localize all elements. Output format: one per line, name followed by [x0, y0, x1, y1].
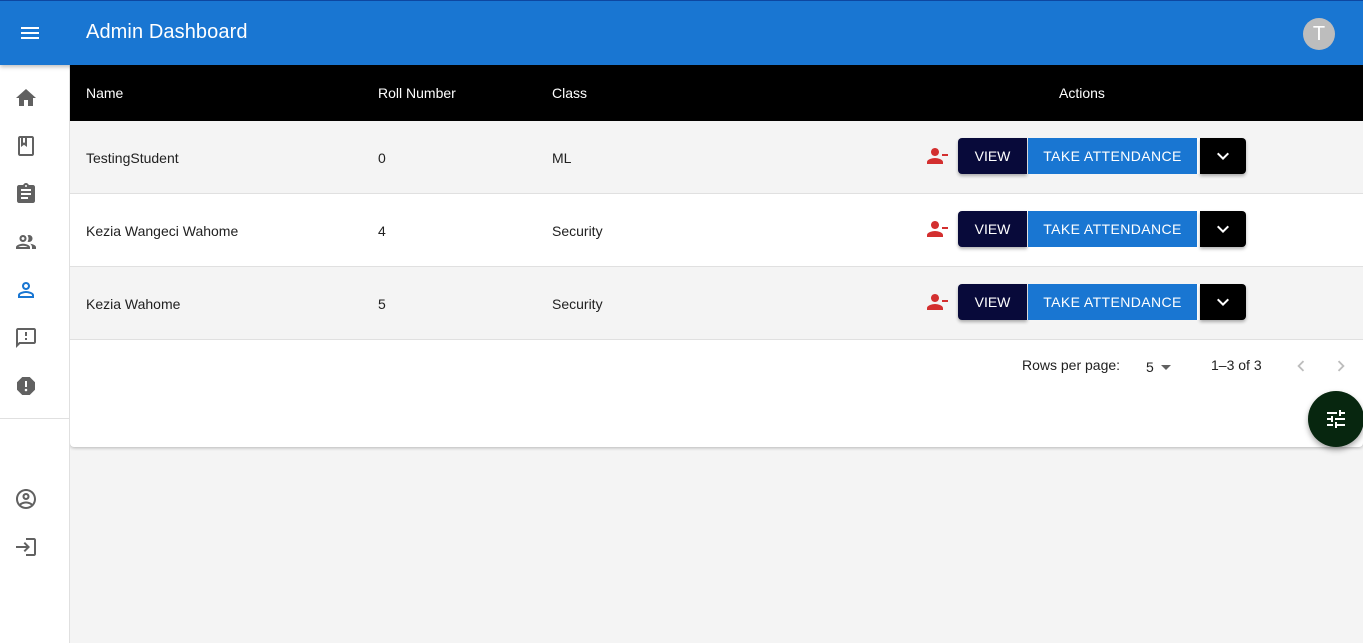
- filter-settings-button[interactable]: [1308, 391, 1363, 447]
- student-roll: 4: [378, 223, 386, 239]
- student-class: Security: [552, 223, 603, 239]
- account-circle-icon: [16, 489, 36, 509]
- header-class[interactable]: Class: [552, 85, 587, 101]
- attendance-dropdown-button[interactable]: [1200, 284, 1246, 320]
- feedback-icon: [16, 328, 36, 348]
- sidebar-divider: [0, 418, 69, 419]
- header-roll-number[interactable]: Roll Number: [378, 85, 456, 101]
- remove-student-icon[interactable]: [923, 288, 951, 316]
- header-name[interactable]: Name: [86, 85, 123, 101]
- sidebar-item-feedback[interactable]: [0, 316, 69, 360]
- header-actions: Actions: [1059, 85, 1105, 101]
- sidebar-item-profile[interactable]: [0, 477, 69, 521]
- chevron-down-icon: [1217, 152, 1229, 160]
- tune-icon: [1327, 410, 1345, 428]
- sidebar-item-students[interactable]: [0, 268, 69, 312]
- sidebar-item-reports[interactable]: [0, 364, 69, 408]
- table-row: TestingStudent 0 ML VIEW TAKE ATTENDANCE: [70, 121, 1363, 194]
- student-class: Security: [552, 296, 603, 312]
- login-icon: [16, 538, 36, 556]
- pagination-range: 1–3 of 3: [1211, 357, 1262, 373]
- row-actions: VIEW TAKE ATTENDANCE: [923, 138, 1246, 174]
- take-attendance-button[interactable]: TAKE ATTENDANCE: [1028, 138, 1200, 174]
- rows-per-page-value: 5: [1146, 359, 1154, 375]
- attendance-dropdown-button[interactable]: [1200, 211, 1246, 247]
- sidebar-item-groups[interactable]: [0, 220, 69, 264]
- student-name: Kezia Wangeci Wahome: [86, 223, 239, 239]
- sidebar-item-book[interactable]: [0, 124, 69, 168]
- remove-student-icon[interactable]: [923, 142, 951, 170]
- book-icon: [18, 136, 34, 156]
- student-class: ML: [552, 150, 572, 166]
- people-icon: [16, 235, 36, 249]
- table-pagination: Rows per page: 5 1–3 of 3: [70, 340, 1363, 392]
- student-name: TestingStudent: [86, 150, 179, 166]
- row-actions: VIEW TAKE ATTENDANCE: [923, 211, 1246, 247]
- student-roll: 5: [378, 296, 386, 312]
- chevron-right-icon: [1337, 360, 1345, 372]
- view-button[interactable]: VIEW: [958, 138, 1027, 174]
- rows-per-page-label: Rows per page:: [1022, 357, 1121, 373]
- attendance-dropdown-button[interactable]: [1200, 138, 1246, 174]
- view-button[interactable]: VIEW: [958, 211, 1027, 247]
- avatar[interactable]: T: [1303, 18, 1335, 50]
- student-name: Kezia Wahome: [86, 296, 181, 312]
- chevron-left-icon: [1297, 360, 1305, 372]
- person-icon: [18, 282, 34, 298]
- table-row: Kezia Wahome 5 Security VIEW TAKE ATTEND…: [70, 267, 1363, 340]
- take-attendance-button[interactable]: TAKE ATTENDANCE: [1028, 211, 1200, 247]
- take-attendance-button[interactable]: TAKE ATTENDANCE: [1028, 284, 1200, 320]
- app-bar: Admin Dashboard T: [0, 0, 1363, 65]
- view-button[interactable]: VIEW: [958, 284, 1027, 320]
- remove-student-icon[interactable]: [923, 215, 951, 243]
- table-header: Name Roll Number Class Actions: [70, 65, 1363, 121]
- row-actions: VIEW TAKE ATTENDANCE: [923, 284, 1246, 320]
- table-row: Kezia Wangeci Wahome 4 Security VIEW TAK…: [70, 194, 1363, 267]
- page-title: Admin Dashboard: [86, 21, 248, 43]
- sidebar-item-logout[interactable]: [0, 525, 69, 569]
- sidebar-item-home[interactable]: [0, 76, 69, 120]
- menu-icon[interactable]: [8, 11, 52, 55]
- arrow-drop-down-icon: [1160, 365, 1171, 370]
- home-icon: [16, 89, 36, 106]
- next-page-button[interactable]: [1327, 352, 1355, 380]
- report-icon: [17, 377, 35, 395]
- clipboard-icon: [17, 183, 35, 203]
- students-table-card: Name Roll Number Class Actions TestingSt…: [70, 65, 1363, 447]
- sidebar-item-assignments[interactable]: [0, 172, 69, 216]
- chevron-down-icon: [1217, 225, 1229, 233]
- rows-per-page-select[interactable]: 5: [1146, 355, 1178, 379]
- student-roll: 0: [378, 150, 386, 166]
- chevron-down-icon: [1217, 298, 1229, 306]
- sidebar: [0, 65, 70, 643]
- previous-page-button[interactable]: [1287, 352, 1315, 380]
